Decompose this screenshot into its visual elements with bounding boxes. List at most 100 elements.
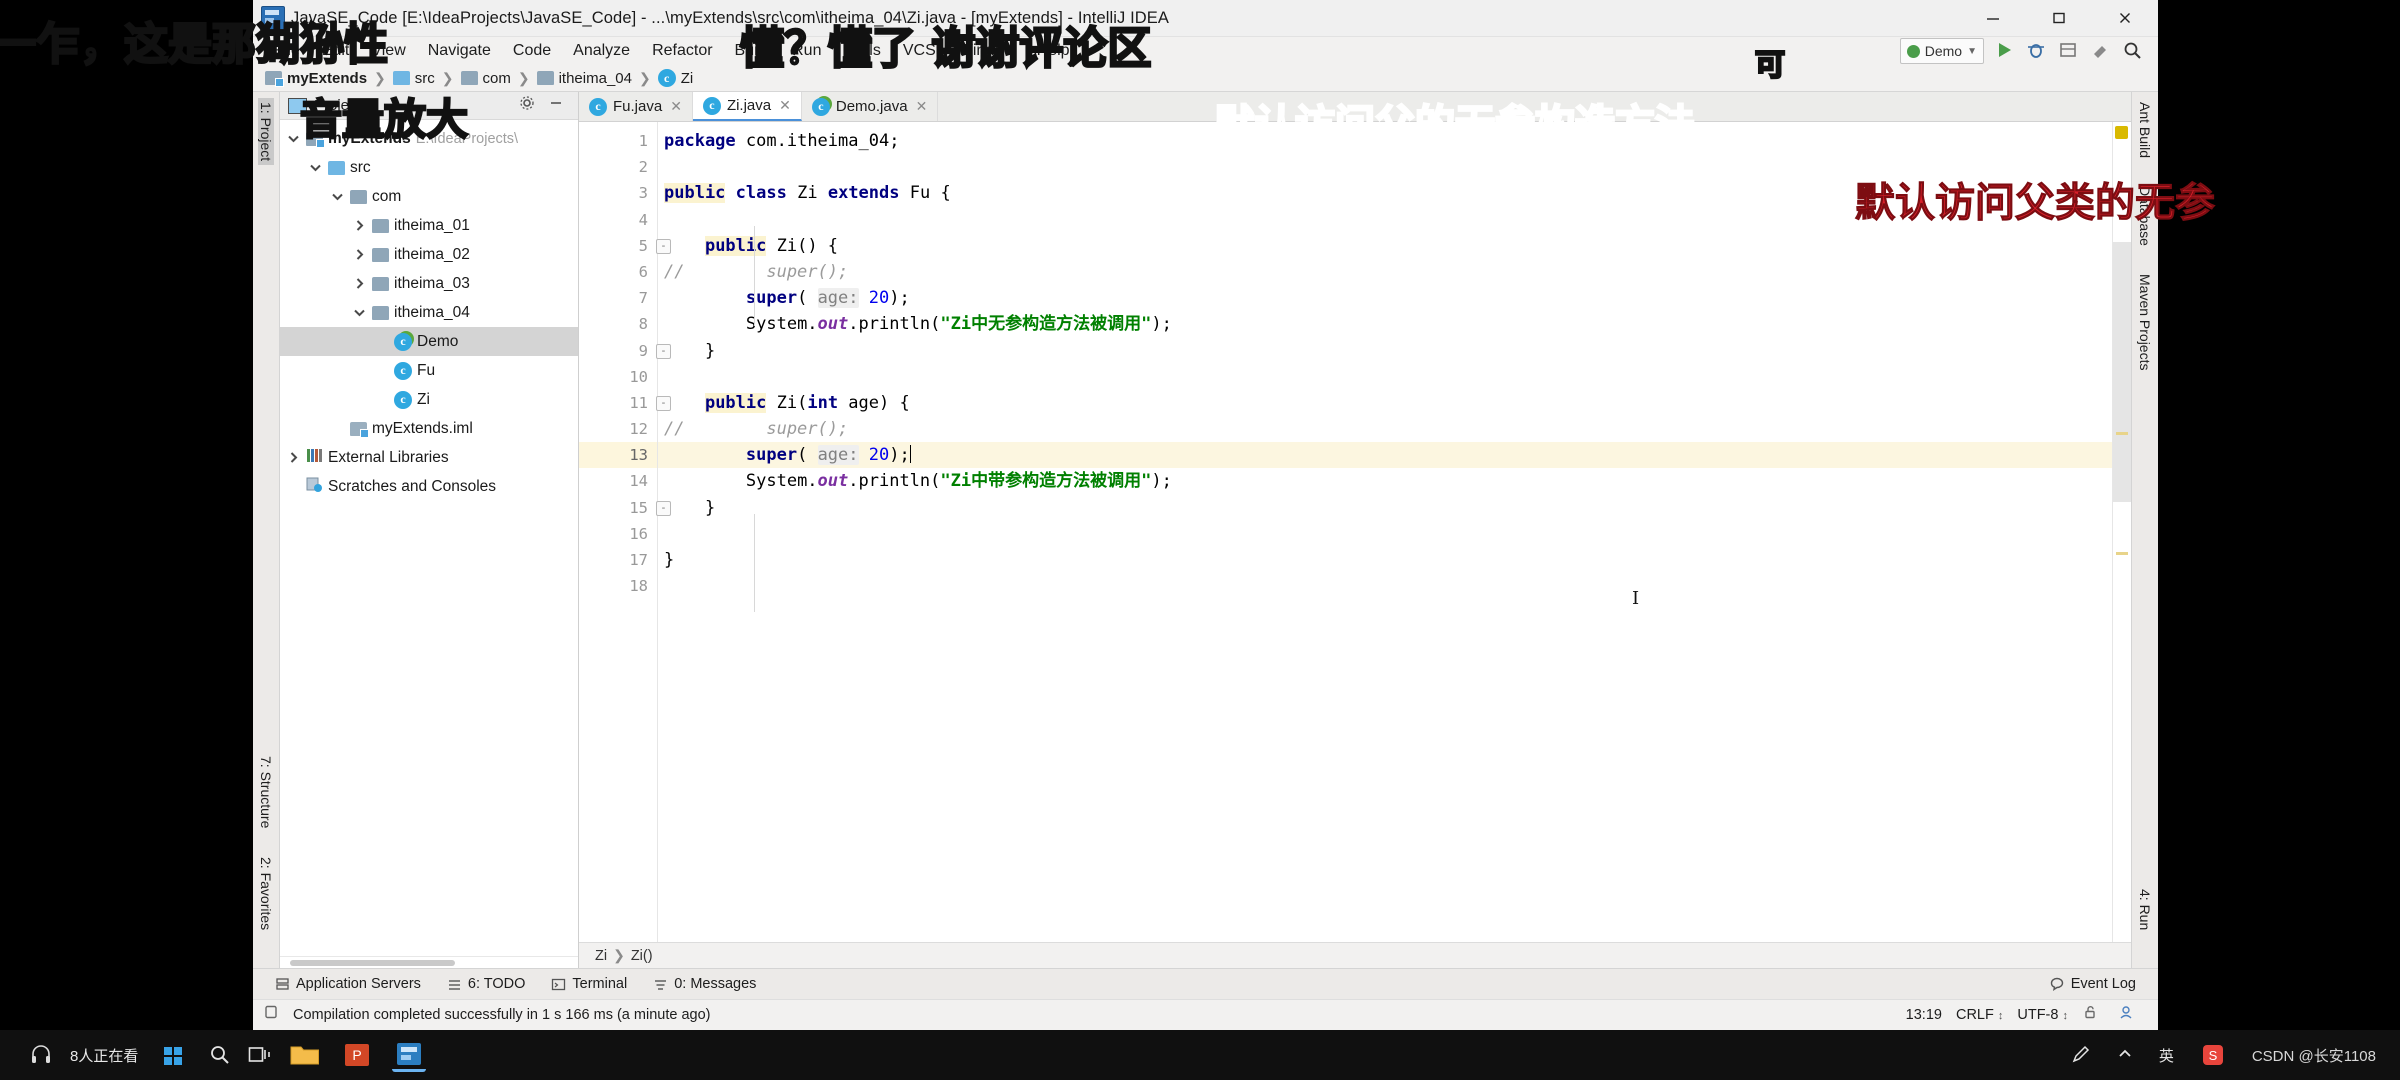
editor-gutter[interactable]: 1 2 3 4 5 6 7 8 9 10 11 12 13 14 15 16 17 18- - - -: [579, 122, 671, 942]
code-line[interactable]: public class Zi extends Fu {: [658, 180, 2112, 206]
explorer-icon[interactable]: [288, 1040, 322, 1070]
menu-run[interactable]: Run: [781, 39, 832, 63]
encoding-selector[interactable]: UTF-8 ↕: [2017, 1007, 2068, 1023]
pen-icon[interactable]: [2071, 1044, 2093, 1066]
tree-twisty[interactable]: [374, 363, 389, 378]
code-line[interactable]: // super();: [658, 259, 2112, 285]
menu-help[interactable]: Help: [1026, 39, 1081, 63]
maximize-button[interactable]: [2026, 0, 2092, 36]
gutter-line-number[interactable]: 4: [579, 207, 657, 233]
menu-edit[interactable]: Edit: [311, 39, 361, 63]
tree-twisty[interactable]: [374, 334, 389, 349]
menu-code[interactable]: Code: [502, 39, 562, 63]
breadcrumb-zi[interactable]: c Zi: [654, 68, 698, 88]
tool-button-todo[interactable]: 6: TODO: [447, 976, 525, 992]
editor-tab-zi-java[interactable]: c Zi.java ✕: [692, 92, 802, 121]
gutter-line-number[interactable]: 12: [579, 416, 657, 442]
tool-button-terminal[interactable]: Terminal: [551, 976, 627, 992]
gutter-line-number[interactable]: 6: [579, 259, 657, 285]
code-line[interactable]: [658, 573, 2112, 599]
gutter-line-number[interactable]: 18: [579, 573, 657, 599]
caret-position[interactable]: 13:19: [1906, 1007, 1942, 1023]
menu-tools[interactable]: Tools: [832, 39, 891, 63]
gutter-line-number[interactable]: 7: [579, 285, 657, 311]
tree-twisty[interactable]: [352, 247, 367, 262]
tree-twisty[interactable]: [330, 189, 345, 204]
code-line[interactable]: [658, 207, 2112, 233]
editor-marker-bar[interactable]: [2112, 122, 2131, 942]
menu-refactor[interactable]: Refactor: [641, 39, 723, 63]
code-line[interactable]: }: [658, 495, 2112, 521]
close-tab-icon[interactable]: ✕: [916, 98, 928, 115]
line-separator-selector[interactable]: CRLF ↕: [1956, 1007, 2003, 1023]
tree-item-zi[interactable]: c Zi: [280, 385, 578, 414]
gutter-line-number[interactable]: 15: [579, 495, 657, 521]
tool-button-database[interactable]: Database: [2137, 182, 2153, 250]
tree-twisty[interactable]: [308, 160, 323, 175]
tree-twisty[interactable]: [286, 479, 301, 494]
tree-item-src[interactable]: src: [280, 153, 578, 182]
gutter-line-number[interactable]: 3: [579, 180, 657, 206]
breadcrumb-myextends[interactable]: myExtends: [261, 69, 371, 88]
tool-button-messages[interactable]: 0: Messages: [653, 976, 756, 992]
minimize-button[interactable]: [1960, 0, 2026, 36]
tree-item-itheima-03[interactable]: itheima_03: [280, 269, 578, 298]
tool-button-application-servers[interactable]: Application Servers: [275, 976, 421, 992]
gutter-line-number[interactable]: 10: [579, 364, 657, 390]
scrollbar-thumb[interactable]: [2113, 242, 2131, 502]
tool-button-maven-projects[interactable]: Maven Projects: [2137, 270, 2153, 374]
breadcrumb-itheima04[interactable]: itheima_04: [533, 69, 636, 88]
menu-window[interactable]: Window: [947, 39, 1026, 63]
code-line[interactable]: [658, 154, 2112, 180]
tree-item-itheima-02[interactable]: itheima_02: [280, 240, 578, 269]
tree-item-itheima-01[interactable]: itheima_01: [280, 211, 578, 240]
tree-twisty[interactable]: [330, 421, 345, 436]
tool-button-favorites[interactable]: 2: Favorites: [258, 853, 274, 934]
tool-button-structure[interactable]: 7: Structure: [258, 752, 274, 832]
task-view-icon[interactable]: [248, 1044, 271, 1066]
tree-twisty[interactable]: [286, 131, 301, 146]
breadcrumb-com[interactable]: com: [457, 69, 515, 88]
gutter-line-number[interactable]: 1: [579, 128, 657, 154]
code-line[interactable]: }: [658, 338, 2112, 364]
gutter-line-number[interactable]: 9: [579, 338, 657, 364]
code-line[interactable]: [658, 364, 2112, 390]
tool-button-project[interactable]: 1: Project: [258, 98, 274, 166]
project-tree[interactable]: myExtends E:\IdeaProjects\ src com itheima_0…: [280, 120, 578, 956]
code-line[interactable]: super( age: 20);: [658, 442, 2112, 469]
menu-analyze[interactable]: Analyze: [562, 39, 641, 63]
tree-item-com[interactable]: com: [280, 182, 578, 211]
tree-twisty[interactable]: [374, 392, 389, 407]
close-tab-icon[interactable]: ✕: [779, 97, 791, 114]
tree-item-external-libraries[interactable]: External Libraries: [280, 443, 578, 472]
gutter-line-number[interactable]: 13: [579, 442, 657, 469]
tree-item-scratches-and-consoles[interactable]: Scratches and Consoles: [280, 472, 578, 501]
code-line[interactable]: public Zi() {: [658, 233, 2112, 259]
tree-item-fu[interactable]: c Fu: [280, 356, 578, 385]
gutter-line-number[interactable]: 14: [579, 468, 657, 494]
search-everywhere-icon[interactable]: [2122, 40, 2144, 62]
code-line[interactable]: package com.itheima_04;: [658, 128, 2112, 154]
settings-gear-icon[interactable]: [519, 95, 541, 117]
code-line[interactable]: public Zi(int age) {: [658, 390, 2112, 416]
tool-button-ant-build[interactable]: Ant Build: [2137, 98, 2153, 162]
code-line[interactable]: System.out.println("Zi中带参构造方法被调用");: [658, 468, 2112, 494]
coverage-icon[interactable]: [2058, 40, 2080, 62]
hide-pane-icon[interactable]: [548, 95, 570, 117]
code-line[interactable]: // super();: [658, 416, 2112, 442]
tree-item-myextends-iml[interactable]: myExtends.iml: [280, 414, 578, 443]
build-icon[interactable]: [2090, 40, 2112, 62]
tree-item-myextends[interactable]: myExtends E:\IdeaProjects\: [280, 124, 578, 153]
tree-twisty[interactable]: [352, 305, 367, 320]
debug-icon[interactable]: [2026, 40, 2048, 62]
gutter-line-number[interactable]: 11: [579, 390, 657, 416]
gutter-line-number[interactable]: 16: [579, 521, 657, 547]
menu-vcs[interactable]: VCS: [892, 39, 947, 63]
windows-start-button[interactable]: [156, 1040, 190, 1070]
editor-tab-fu-java[interactable]: c Fu.java ✕: [579, 92, 693, 121]
ime-indicator[interactable]: 英: [2159, 1045, 2174, 1066]
tree-twisty[interactable]: [352, 276, 367, 291]
tree-item-itheima-04[interactable]: itheima_04: [280, 298, 578, 327]
editor-breadcrumb-class[interactable]: Zi: [595, 948, 607, 964]
project-horizontal-scrollbar[interactable]: [280, 956, 578, 968]
